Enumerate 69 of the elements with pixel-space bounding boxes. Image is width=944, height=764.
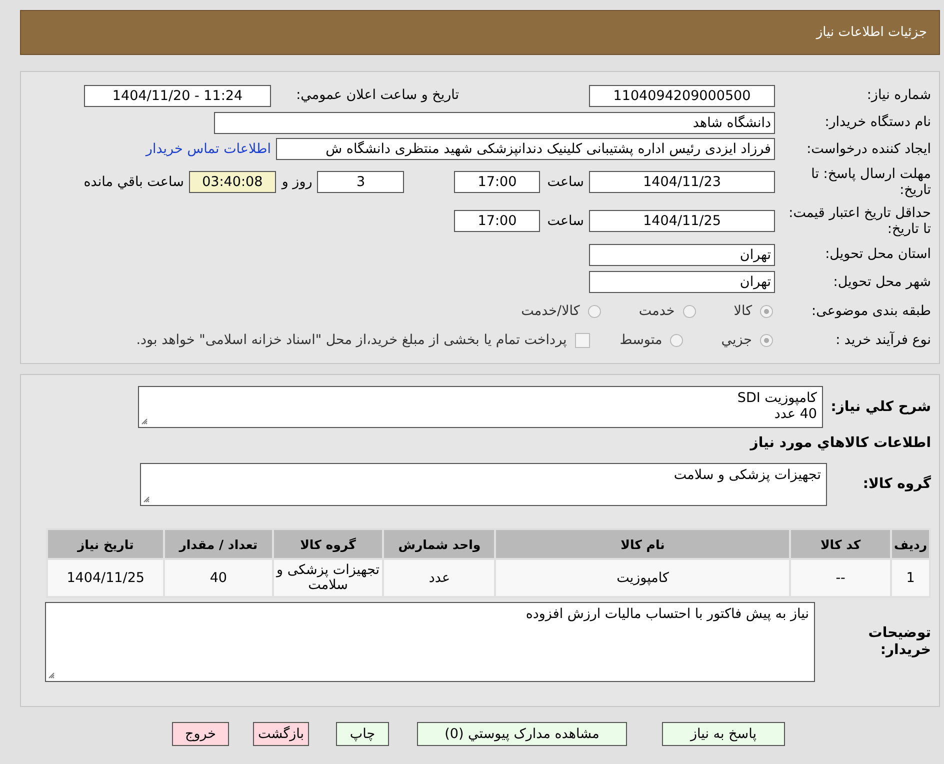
radio-button[interactable]: [760, 334, 773, 346]
field-label: توضیحات خریدار:: [867, 625, 931, 659]
checkbox[interactable]: [574, 332, 590, 348]
table-cell: 40: [164, 559, 273, 597]
option-label: متوسط: [620, 332, 662, 348]
remaining-label: ساعت باقي مانده: [84, 174, 184, 190]
column-header: گروه کالا: [272, 529, 384, 559]
column-header: ردیف: [891, 529, 930, 559]
section-heading: اطلاعات کالاهاي مورد نیاز: [750, 434, 931, 452]
description-field: کامپوزیت SDI 40 عدد: [138, 386, 823, 428]
option-label: خدمت: [638, 303, 675, 319]
field-label: گروه کالا:: [862, 476, 931, 493]
action-button[interactable]: خروج: [172, 722, 229, 746]
action-button[interactable]: پاسخ به نیاز: [662, 722, 785, 746]
column-header: واحد شمارش: [383, 529, 496, 559]
radio-button[interactable]: [760, 304, 773, 318]
table-cell: عدد: [383, 559, 496, 597]
field-label: شهر محل تحویل:: [832, 274, 931, 290]
days-label: روز و: [282, 174, 312, 190]
field-label: شماره نیاز:: [866, 87, 931, 104]
buyer-field: دانشگاه شاهد: [214, 112, 775, 134]
option-label: کالا/خدمت: [521, 303, 580, 319]
action-button[interactable]: مشاهده مدارک پیوستي (0): [417, 722, 627, 746]
resize-grip-icon: [143, 496, 150, 503]
date-field: 1404/11/25: [589, 210, 775, 232]
column-header: تاریخ نیاز: [47, 529, 164, 559]
table-cell: 1404/11/25: [47, 559, 164, 597]
radio-button[interactable]: [670, 334, 684, 346]
resize-grip-icon: [48, 672, 55, 679]
action-button[interactable]: چاپ: [336, 722, 389, 746]
notes-field: نیاز به پیش فاکتور با احتساب مالیات ارزش افزوده: [45, 602, 815, 682]
field-label: نوع فرآیند خرید :: [834, 332, 931, 348]
group-field: تجهیزات پزشکی و سلامت: [140, 463, 827, 506]
field-label: ایجاد کننده درخواست:: [806, 140, 931, 158]
field-label: استان محل تحویل:: [824, 246, 931, 263]
field-label: تاریخ و ساعت اعلان عمومي:: [295, 87, 459, 104]
action-button[interactable]: بازگشت: [253, 722, 309, 746]
countdown-field: 03:40:08: [188, 171, 276, 193]
column-header: تعداد / مقدار: [164, 529, 273, 559]
requester-field: فرزاد ایزدی رئیس اداره پشتیبانی کلینیک دندانپزشکی شهید منتظری دانشگاه ش: [276, 138, 775, 160]
table-cell: --: [790, 559, 892, 597]
table-cell: 1: [891, 559, 930, 597]
time-field: 17:00: [454, 210, 540, 232]
date-field: 1404/11/23: [589, 171, 775, 193]
radio-button[interactable]: [588, 304, 601, 318]
days-field: 3: [317, 171, 404, 193]
announce-date-field: 1404/11/20 - 11:24: [84, 84, 271, 106]
page-header: جزئیات اطلاعات نیاز: [20, 10, 940, 55]
resize-grip-icon: [141, 418, 148, 425]
need-number-field: 1104094209000500: [589, 84, 775, 106]
table-cell: تجهیزات پزشکی و سلامت: [272, 559, 384, 597]
time-label: ساعت: [547, 174, 584, 190]
field-label: شرح کلي نیاز:: [830, 398, 931, 416]
field-label: طبقه بندی موضوعی:: [810, 302, 931, 320]
contact-link[interactable]: اطلاعات تماس خریدار: [146, 141, 271, 157]
province-field: تهران: [589, 244, 775, 266]
payment-note: پرداخت تمام یا بخشی از مبلغ خرید،از محل "اسناد خزانه اسلامی" خواهد بود.: [136, 332, 567, 348]
field-label: نام دستگاه خریدار:: [824, 114, 931, 131]
radio-button[interactable]: [682, 304, 696, 318]
time-label: ساعت: [547, 213, 584, 229]
option-label: جزيي: [721, 332, 752, 348]
time-field: 17:00: [454, 171, 540, 193]
field-label: حداقل تاریخ اعتبار قیمت: تا تاریخ:: [788, 204, 931, 238]
city-field: تهران: [589, 271, 775, 293]
option-label: کالا: [734, 303, 752, 319]
table-cell: کامپوزیت: [495, 559, 790, 597]
field-label: مهلت ارسال پاسخ: تا تاریخ:: [810, 166, 931, 198]
column-header: نام کالا: [495, 529, 790, 559]
column-header: کد کالا: [790, 529, 892, 559]
